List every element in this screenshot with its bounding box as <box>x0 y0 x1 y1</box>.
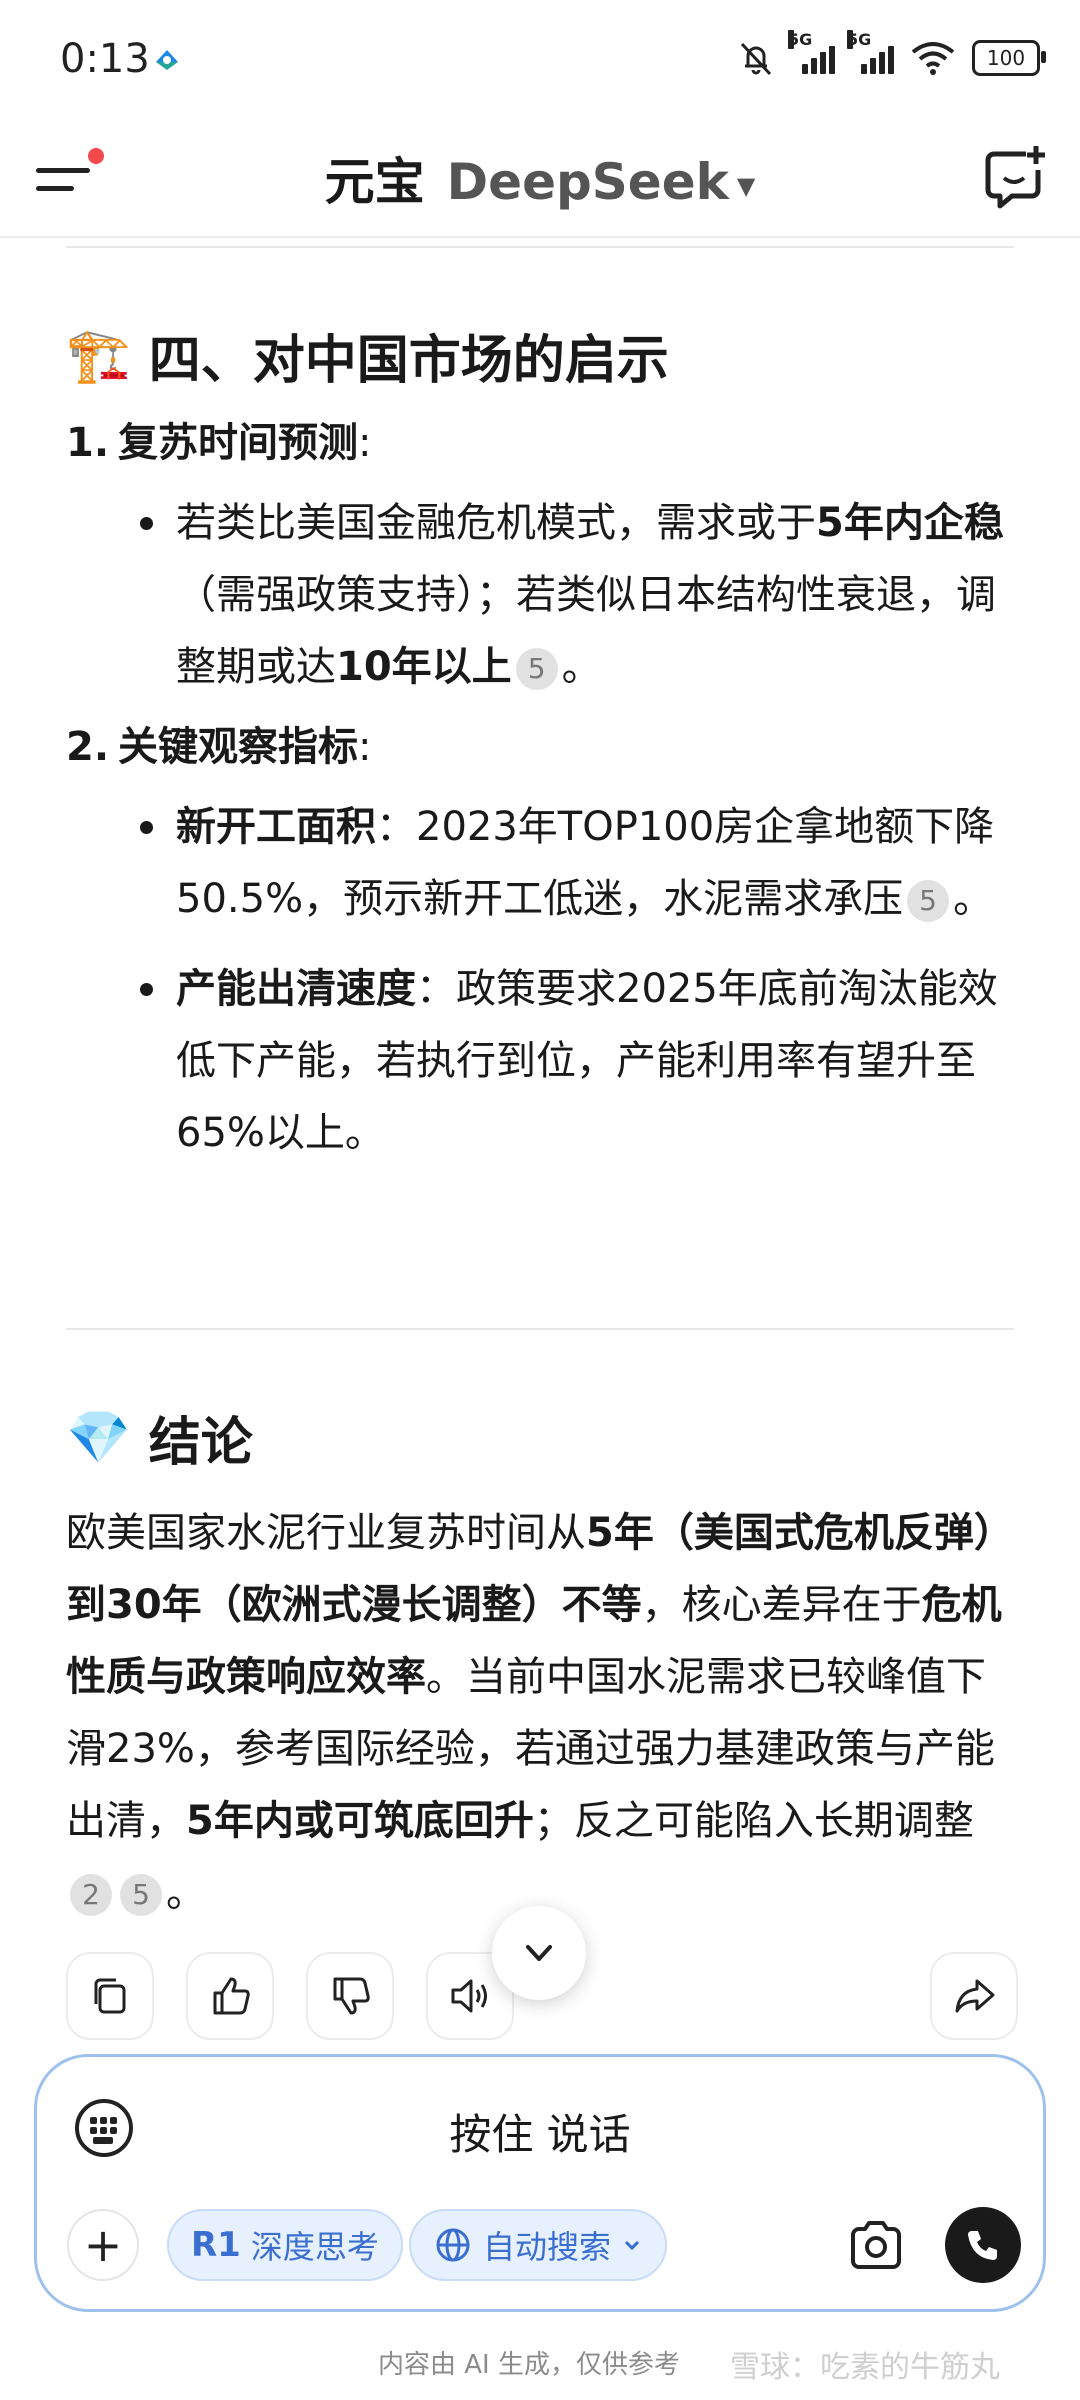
bullet-item: 产能出清速度：政策要求2025年底前淘汰能效低下产能，若执行到位，产能利用率有望… <box>66 953 1014 1169</box>
citation-badge[interactable]: 5 <box>515 648 558 690</box>
section-heading: 🏗️ 四、对中国市场的启示 <box>66 326 669 391</box>
ordered-list: 1. 复苏时间预测: 若类比美国金融危机模式，需求或于5年内企稳（需强政策支持）；… <box>66 407 1014 1169</box>
bullet-item: 若类比美国金融危机模式，需求或于5年内企稳（需强政策支持）；若类似日本结构性衰退… <box>66 487 1014 703</box>
list-item-2: 2. 关键观察指标: <box>66 724 372 770</box>
phone-icon <box>968 2231 997 2260</box>
divider <box>66 246 1014 248</box>
copy-button[interactable] <box>66 1952 154 2040</box>
signal-1-icon: 5G <box>788 30 835 74</box>
model-name: DeepSeek <box>446 153 729 211</box>
wifi-icon <box>911 42 955 75</box>
add-attachment-button[interactable]: + <box>67 2209 139 2281</box>
list-item-1: 1. 复苏时间预测: <box>66 420 372 466</box>
chevron-down-icon <box>624 2240 640 2251</box>
mute-bell-icon <box>740 42 772 76</box>
battery-icon: 100 <box>972 40 1046 76</box>
brand-name: 元宝 <box>324 153 425 211</box>
thumbs-down-icon <box>333 1977 370 2015</box>
share-icon <box>955 1979 995 2013</box>
bullet-list: 若类比美国金融危机模式，需求或于5年内企稳（需强政策支持）；若类似日本结构性衰退… <box>66 487 1014 703</box>
auto-search-label: 自动搜索 <box>483 2228 612 2266</box>
dropdown-caret-icon: ▼ <box>736 171 756 200</box>
app-header: 元宝 DeepSeek ▼ <box>0 120 1080 238</box>
bullet-list: 新开工面积：2023年TOP100房企拿地额下降50.5%，预示新开工低迷，水泥… <box>66 791 1014 1169</box>
like-button[interactable] <box>186 1952 274 2040</box>
deep-think-toggle[interactable]: R1 深度思考 <box>167 2209 403 2281</box>
section-conclusion: 💎 结论 欧美国家水泥行业复苏时间从5年（美国式危机反弹）到30年（欧洲式漫长调… <box>66 1400 1014 1929</box>
copy-icon <box>94 1978 126 2014</box>
thumbs-up-icon <box>213 1977 250 2015</box>
voice-call-button[interactable] <box>945 2207 1021 2283</box>
hold-to-talk-button[interactable]: 按住 说话 <box>37 2101 1043 2162</box>
citation-badge[interactable]: 5 <box>907 880 950 922</box>
camera-icon[interactable] <box>845 2215 907 2277</box>
app-notification-icon <box>156 50 178 70</box>
share-button[interactable] <box>930 1952 1018 2040</box>
auto-search-toggle[interactable]: 自动搜索 <box>409 2209 668 2281</box>
footer: 内容由 AI 生成，仅供参考 雪球：吃素的牛筋丸 <box>0 2340 1080 2385</box>
status-time: 0:13 <box>60 36 150 82</box>
gem-icon: 💎 <box>66 1408 131 1468</box>
dislike-button[interactable] <box>306 1952 394 2040</box>
globe-icon <box>436 2228 470 2262</box>
conclusion-paragraph: 欧美国家水泥行业复苏时间从5年（美国式危机反弹）到30年（欧洲式漫长调整）不等，… <box>66 1510 1014 1916</box>
watermark: 雪球：吃素的牛筋丸 <box>730 2350 1000 2385</box>
citation-badge[interactable]: 2 <box>70 1874 112 1916</box>
ai-disclaimer: 内容由 AI 生成，仅供参考 <box>378 2350 680 2380</box>
status-bar: 0:13 5G 5G 100 <box>0 0 1080 120</box>
model-selector[interactable]: 元宝 DeepSeek ▼ <box>0 142 1080 214</box>
section-heading: 💎 结论 <box>66 1408 253 1473</box>
new-chat-icon[interactable] <box>982 144 1048 210</box>
status-icons: 5G 5G 100 <box>736 30 1046 82</box>
citation-badge[interactable]: 5 <box>120 1874 162 1916</box>
scroll-to-bottom-button[interactable] <box>492 1906 586 2000</box>
bullet-item: 新开工面积：2023年TOP100房企拿地额下降50.5%，预示新开工低迷，水泥… <box>66 791 1014 935</box>
divider <box>66 1328 1014 1330</box>
r1-label: R1 <box>191 2225 241 2265</box>
signal-2-icon: 5G <box>847 30 894 74</box>
speaker-icon <box>451 1979 487 2013</box>
input-panel: 按住 说话 + R1 深度思考 自动搜索 <box>34 2054 1046 2312</box>
deep-think-label: 深度思考 <box>250 2228 379 2266</box>
section-china-market: 🏗️ 四、对中国市场的启示 1. 复苏时间预测: 若类比美国金融危机模式，需求或于… <box>66 318 1014 1177</box>
chevron-down-icon <box>526 1945 552 1961</box>
crane-icon: 🏗️ <box>66 326 131 386</box>
